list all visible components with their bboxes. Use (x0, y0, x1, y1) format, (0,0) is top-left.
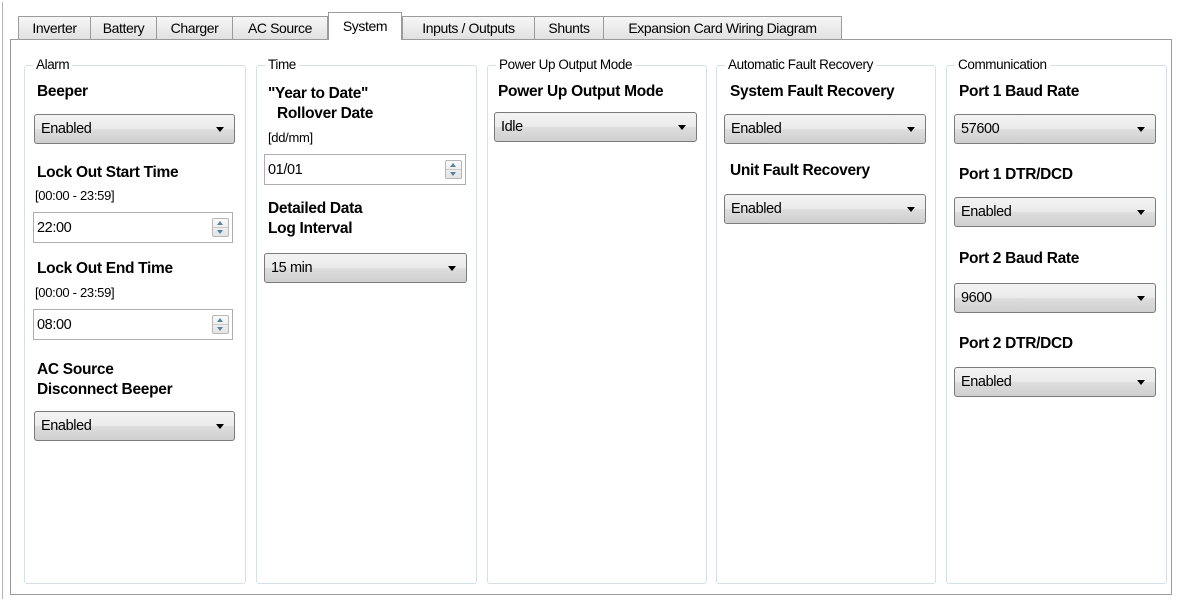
tab-inverter[interactable]: Inverter (18, 16, 91, 39)
unit-fault-recovery-label: Unit Fault Recovery (730, 162, 870, 179)
port2-baud-dropdown[interactable]: 9600 (954, 283, 1156, 313)
port2-dtr-value: Enabled (961, 374, 1012, 390)
alarm-group-title: Alarm (33, 57, 73, 73)
power-up-group: Power Up Output Mode (487, 57, 707, 584)
chevron-down-icon (216, 127, 224, 132)
tab-ac-source[interactable]: AC Source (232, 16, 328, 39)
port2-baud-value: 9600 (961, 290, 992, 306)
spin-buttons (212, 315, 229, 334)
tab-inputs-outputs[interactable]: Inputs / Outputs (402, 16, 535, 39)
spin-down-icon (450, 172, 456, 176)
port1-dtr-value: Enabled (961, 204, 1012, 220)
communication-group-title: Communication (955, 57, 1050, 73)
fault-recovery-group-title: Automatic Fault Recovery (725, 57, 876, 73)
port1-baud-dropdown[interactable]: 57600 (954, 114, 1156, 144)
chevron-down-icon (216, 424, 224, 429)
ac-disconnect-beeper-value: Enabled (41, 418, 92, 434)
spin-down-icon (217, 230, 223, 234)
tab-expansion-card-wiring-diagram[interactable]: Expansion Card Wiring Diagram (603, 16, 842, 39)
spin-up-button[interactable] (446, 161, 461, 169)
spin-down-button[interactable] (446, 170, 461, 178)
log-interval-label-line2: Log Interval (268, 220, 353, 237)
log-interval-dropdown[interactable]: 15 min (264, 253, 467, 283)
spin-up-icon (217, 221, 223, 225)
power-up-mode-dropdown[interactable]: Idle (494, 112, 697, 142)
tab-system[interactable]: System (328, 12, 402, 40)
port2-dtr-label: Port 2 DTR/DCD (959, 335, 1073, 352)
spin-buttons (445, 160, 462, 179)
chevron-down-icon (1137, 380, 1145, 385)
rollover-date-spinner (264, 154, 466, 185)
spin-up-icon (450, 163, 456, 167)
spin-buttons (212, 218, 229, 237)
window-left-border (2, 2, 3, 599)
chevron-down-icon (448, 266, 456, 271)
ac-disconnect-beeper-dropdown[interactable]: Enabled (34, 411, 235, 441)
chevron-down-icon (1137, 210, 1145, 215)
port1-baud-value: 57600 (961, 121, 1000, 137)
system-fault-recovery-dropdown[interactable]: Enabled (724, 114, 926, 144)
spin-up-button[interactable] (213, 316, 228, 324)
lockout-start-label: Lock Out Start Time (37, 164, 179, 181)
rollover-label-line2: Rollover Date (277, 105, 374, 122)
lockout-start-range: [00:00 - 23:59] (35, 188, 115, 203)
tab-charger[interactable]: Charger (156, 16, 233, 39)
spin-up-button[interactable] (213, 219, 228, 227)
spin-up-icon (217, 318, 223, 322)
chevron-down-icon (1137, 127, 1145, 132)
port2-baud-label: Port 2 Baud Rate (959, 250, 1080, 267)
chevron-down-icon (678, 125, 686, 130)
power-up-mode-label: Power Up Output Mode (498, 83, 664, 100)
spin-down-icon (217, 327, 223, 331)
lockout-end-label: Lock Out End Time (37, 260, 173, 277)
beeper-label: Beeper (37, 83, 88, 100)
lockout-start-input[interactable] (34, 213, 212, 242)
tab-battery[interactable]: Battery (90, 16, 157, 39)
rollover-label-line1: "Year to Date" (268, 85, 369, 102)
unit-fault-recovery-value: Enabled (731, 201, 782, 217)
chevron-down-icon (907, 207, 915, 212)
rollover-date-input[interactable] (265, 155, 445, 184)
spin-down-button[interactable] (213, 325, 228, 333)
time-group-title: Time (265, 57, 299, 73)
ac-disconnect-label-line1: AC Source (37, 361, 114, 378)
port1-dtr-label: Port 1 DTR/DCD (959, 166, 1073, 183)
lockout-start-spinner (33, 212, 233, 243)
system-fault-recovery-label: System Fault Recovery (730, 83, 895, 100)
port2-dtr-dropdown[interactable]: Enabled (954, 367, 1156, 397)
lockout-end-input[interactable] (34, 310, 212, 339)
power-up-group-title: Power Up Output Mode (496, 57, 636, 73)
ac-disconnect-label-line2: Disconnect Beeper (37, 381, 173, 398)
chevron-down-icon (907, 127, 915, 132)
unit-fault-recovery-dropdown[interactable]: Enabled (724, 194, 926, 224)
system-fault-recovery-value: Enabled (731, 121, 782, 137)
chevron-down-icon (1137, 296, 1145, 301)
power-up-mode-value: Idle (501, 119, 523, 135)
port1-dtr-dropdown[interactable]: Enabled (954, 197, 1156, 227)
log-interval-value: 15 min (271, 260, 313, 276)
port1-baud-label: Port 1 Baud Rate (959, 83, 1080, 100)
beeper-value: Enabled (41, 121, 92, 137)
lockout-end-spinner (33, 309, 233, 340)
beeper-dropdown[interactable]: Enabled (34, 114, 235, 144)
tab-shunts[interactable]: Shunts (534, 16, 604, 39)
rollover-format: [dd/mm] (268, 130, 313, 145)
lockout-end-range: [00:00 - 23:59] (35, 285, 115, 300)
spin-down-button[interactable] (213, 228, 228, 236)
log-interval-label-line1: Detailed Data (268, 200, 363, 217)
